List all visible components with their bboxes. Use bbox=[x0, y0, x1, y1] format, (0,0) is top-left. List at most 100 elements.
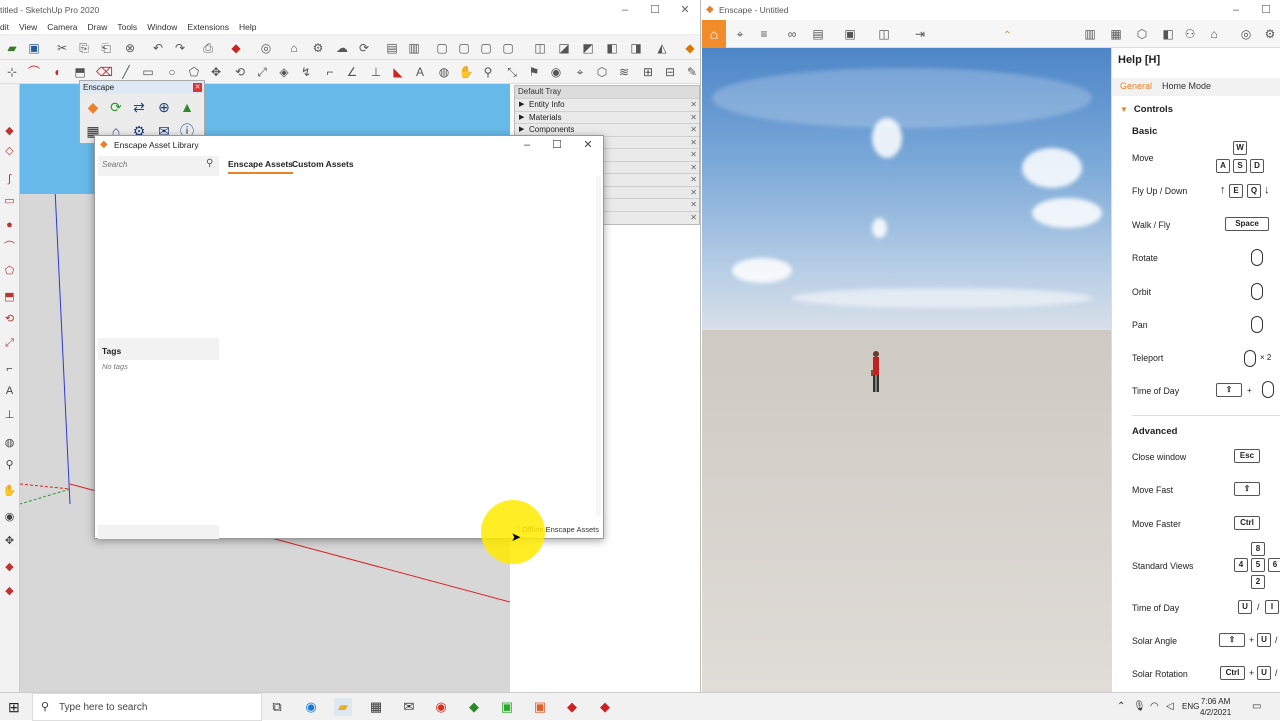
mail-icon[interactable]: ✉ bbox=[400, 698, 418, 716]
tool-section-icon[interactable]: ◆ bbox=[2, 560, 17, 575]
close-icon[interactable]: ✕ bbox=[690, 187, 697, 199]
drape-icon[interactable]: ⊟ bbox=[662, 64, 678, 80]
open-icon[interactable]: ▰ bbox=[4, 40, 20, 56]
minimize-icon[interactable]: – bbox=[1221, 0, 1251, 20]
followme-icon[interactable]: ↯ bbox=[298, 64, 314, 80]
tool-orbit-icon[interactable]: ◍ bbox=[2, 436, 17, 451]
tool-walk-icon[interactable]: ◉ bbox=[2, 510, 17, 525]
erase-icon[interactable]: ⊗ bbox=[122, 40, 138, 56]
tool-rect-icon[interactable]: ▭ bbox=[2, 194, 17, 209]
smoove-icon[interactable]: ≋ bbox=[616, 64, 632, 80]
view-top-icon[interactable]: ▢ bbox=[456, 40, 472, 56]
scale-icon[interactable]: ⤢ bbox=[254, 64, 270, 80]
tool-text-icon[interactable]: A bbox=[2, 384, 17, 399]
system-clock[interactable]: 7:06 AM 4/2/2021 bbox=[1200, 696, 1231, 718]
close-icon[interactable]: ✕ bbox=[690, 149, 697, 161]
menu-view[interactable]: View bbox=[19, 20, 37, 34]
search-icon[interactable]: ⚲ bbox=[206, 158, 218, 170]
arc-icon[interactable]: ⌒ bbox=[26, 64, 42, 80]
circle-icon[interactable]: ○ bbox=[164, 64, 180, 80]
copy-icon[interactable]: ⎘ bbox=[76, 40, 92, 56]
clapper-icon[interactable]: ▤ bbox=[809, 26, 827, 42]
print-icon[interactable]: ⎙ bbox=[200, 40, 216, 56]
tool-rotate-icon[interactable]: ⟲ bbox=[2, 312, 17, 327]
pencil-icon[interactable]: ✎ bbox=[684, 64, 700, 80]
select-icon[interactable]: ⊹ bbox=[4, 64, 20, 80]
controls-heading[interactable]: ▼ Controls bbox=[1120, 104, 1173, 115]
cloud-icon[interactable]: ☁ bbox=[334, 40, 350, 56]
chevron-up-icon[interactable]: ⌃ bbox=[1003, 30, 1011, 41]
rect-icon[interactable]: ▭ bbox=[140, 64, 156, 80]
warehouse-icon[interactable]: ⌂ bbox=[286, 40, 302, 56]
maximize-icon[interactable]: ☐ bbox=[1251, 0, 1280, 20]
asset-icon[interactable]: ⌂ bbox=[1205, 26, 1223, 42]
category-list[interactable] bbox=[98, 176, 219, 338]
close-icon[interactable]: ✕ bbox=[690, 174, 697, 186]
sync-icon[interactable]: ⟳ bbox=[356, 40, 372, 56]
tab-enscape-assets[interactable]: Enscape Assets bbox=[228, 159, 293, 174]
shaded-icon[interactable]: ◧ bbox=[604, 40, 620, 56]
tool-tape-icon[interactable]: ⌐ bbox=[2, 362, 17, 377]
add-icon[interactable]: ⊕ bbox=[154, 97, 174, 117]
cut-icon[interactable]: ✂ bbox=[54, 40, 70, 56]
menu-help[interactable]: Help bbox=[239, 20, 256, 34]
chevron-up-icon[interactable]: ⌃ bbox=[1117, 701, 1125, 712]
bim-icon[interactable]: ≡ bbox=[755, 26, 773, 42]
offset-icon[interactable]: ◈ bbox=[276, 64, 292, 80]
tool-polygon-icon[interactable]: ⬠ bbox=[2, 264, 17, 279]
edge-icon[interactable]: ◉ bbox=[302, 698, 320, 716]
tray-entity-info[interactable]: ▶ Entity Info ✕ bbox=[515, 98, 699, 111]
screenshot-icon[interactable]: ▣ bbox=[841, 26, 859, 42]
position-icon[interactable]: ⌖ bbox=[572, 64, 588, 80]
menu-extensions[interactable]: Extensions bbox=[187, 20, 229, 34]
dims-icon[interactable]: ▥ bbox=[406, 40, 422, 56]
xray-icon[interactable]: ◫ bbox=[532, 40, 548, 56]
walk-icon[interactable]: ⚑ bbox=[526, 64, 542, 80]
extension-icon[interactable]: ⚙ bbox=[310, 40, 326, 56]
tool-select-icon[interactable]: ◆ bbox=[2, 124, 17, 139]
sync-icon[interactable]: ⟳ bbox=[106, 97, 126, 117]
tool-eraser-icon[interactable]: ◇ bbox=[2, 144, 17, 159]
maximize-icon[interactable]: ☐ bbox=[640, 0, 670, 20]
app-icon[interactable]: ◆ bbox=[465, 698, 483, 716]
tool-freehand-icon[interactable]: ∫ bbox=[2, 172, 17, 187]
language-indicator[interactable]: ENG bbox=[1182, 702, 1199, 711]
menu-tools[interactable]: Tools bbox=[117, 20, 137, 34]
tool-pan-icon[interactable]: ✋ bbox=[2, 484, 17, 499]
close-icon[interactable]: ✕ bbox=[690, 124, 697, 136]
export-icon[interactable]: ⇥ bbox=[911, 26, 929, 42]
close-icon[interactable]: ✕ bbox=[690, 212, 697, 224]
tool-arc-icon[interactable]: ⌒ bbox=[2, 240, 17, 255]
text-icon[interactable]: A bbox=[412, 64, 428, 80]
tab-general[interactable]: General bbox=[1120, 81, 1152, 91]
store-icon[interactable]: ▦ bbox=[367, 698, 385, 716]
tool-axes-icon[interactable]: ⊥ bbox=[2, 408, 17, 423]
file-explorer-icon[interactable]: ▰ bbox=[334, 698, 352, 716]
close-icon[interactable]: ✕ bbox=[670, 0, 700, 20]
map-icon[interactable]: ▥ bbox=[1081, 26, 1099, 42]
tape-icon[interactable]: ⌐ bbox=[322, 64, 338, 80]
maximize-icon[interactable]: ☐ bbox=[543, 136, 571, 154]
look-icon[interactable]: ◉ bbox=[548, 64, 564, 80]
menu-edit[interactable]: dit bbox=[0, 20, 9, 34]
tool-position-icon[interactable]: ✥ bbox=[2, 534, 17, 549]
binoculars-icon[interactable]: ∞ bbox=[783, 26, 801, 42]
pan-icon[interactable]: ✋ bbox=[458, 64, 474, 80]
settings-icon[interactable]: ⚙ bbox=[1261, 26, 1279, 42]
volume-icon[interactable]: ◁ bbox=[1166, 701, 1174, 712]
ruby-icon[interactable]: ◆ bbox=[228, 40, 244, 56]
mono-icon[interactable]: ◭ bbox=[654, 40, 670, 56]
rotate-icon[interactable]: ⟲ bbox=[232, 64, 248, 80]
tool-ruby-icon[interactable]: ◆ bbox=[2, 584, 17, 599]
close-icon[interactable]: ✕ bbox=[690, 162, 697, 174]
tab-home-mode[interactable]: Home Mode bbox=[1162, 81, 1211, 91]
mic-icon[interactable]: 🎙 bbox=[1133, 701, 1146, 712]
view-front-icon[interactable]: ▢ bbox=[478, 40, 494, 56]
close-icon[interactable]: ✕ bbox=[193, 83, 202, 92]
style-icon[interactable]: ◎ bbox=[258, 40, 274, 56]
chrome-icon[interactable]: ◉ bbox=[432, 698, 450, 716]
polygon-icon[interactable]: ⬠ bbox=[186, 64, 202, 80]
views-icon[interactable]: ⌖ bbox=[731, 26, 749, 42]
notification-icon[interactable]: ▭ bbox=[1252, 701, 1261, 712]
axes-icon[interactable]: ⊥ bbox=[368, 64, 384, 80]
